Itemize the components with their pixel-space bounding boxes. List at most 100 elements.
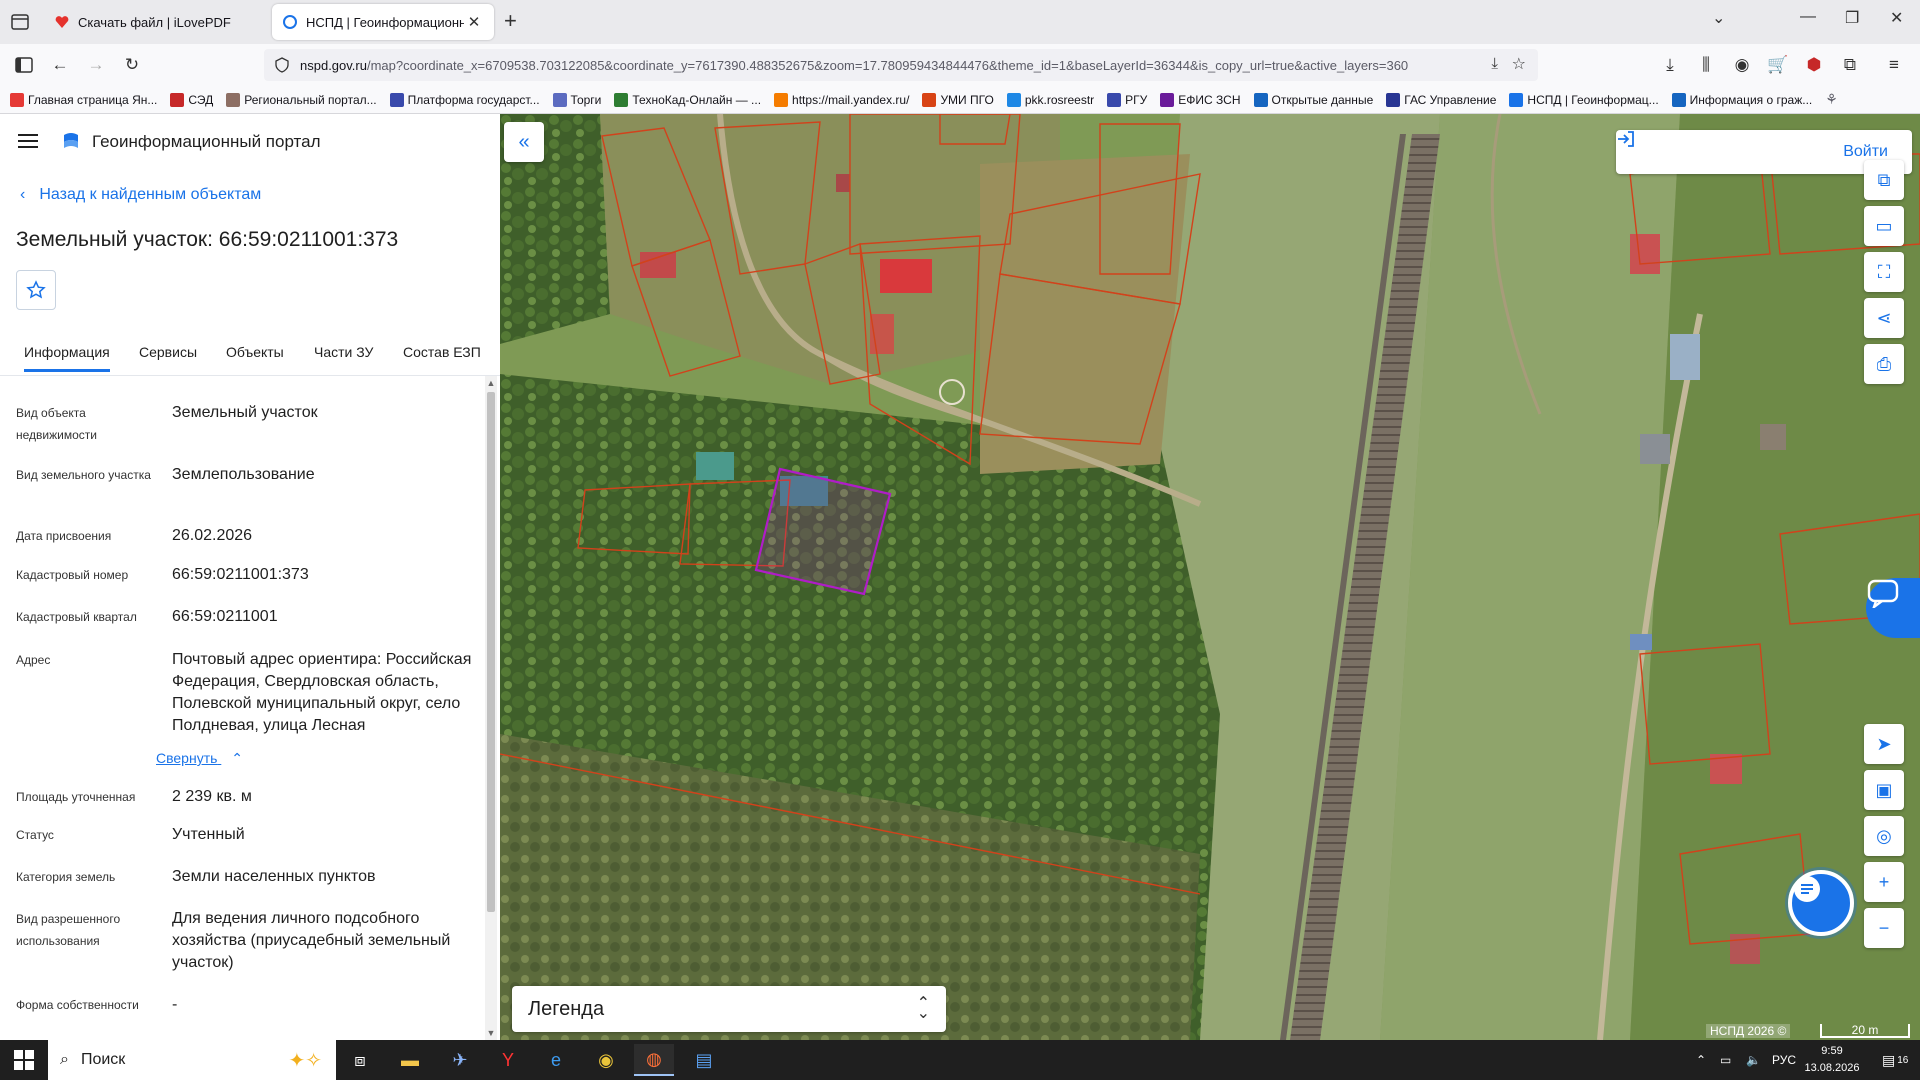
- tab-parts[interactable]: Части ЗУ: [314, 344, 373, 360]
- bookmark-item[interactable]: УМИ ПГО: [922, 92, 994, 107]
- prop-value: 26.02.2026: [172, 527, 253, 544]
- url-path: /map?coordinate_x=6709538.703122085&coor…: [366, 57, 1409, 73]
- url-host: nspd.gov.ru: [300, 57, 367, 73]
- bookmark-item[interactable]: РГУ: [1107, 92, 1147, 107]
- browser-tab-ilovepdf[interactable]: Скачать файл | iLovePDF: [44, 4, 264, 40]
- bookmark-label: ЕФИС ЗСН: [1178, 92, 1241, 107]
- measure-button[interactable]: ▭: [1864, 206, 1904, 246]
- bookmark-item[interactable]: pkk.rosreestr: [1006, 92, 1094, 107]
- layers-button[interactable]: ⧉: [1864, 160, 1904, 200]
- close-tab-icon[interactable]: ✕: [464, 13, 484, 31]
- yandex-browser-icon[interactable]: Y: [488, 1044, 528, 1076]
- bookmark-item[interactable]: Главная страница Ян...: [10, 92, 157, 107]
- app-menu-icon[interactable]: ≡: [1882, 53, 1906, 77]
- task-view-icon[interactable]: ⧈: [340, 1044, 380, 1076]
- hamburger-menu-icon[interactable]: [18, 134, 38, 148]
- more-bookmarks-icon[interactable]: ⚘: [1825, 91, 1838, 108]
- new-tab-icon[interactable]: +: [504, 10, 517, 32]
- tab-info[interactable]: Информация: [24, 344, 110, 372]
- scrollbar-thumb[interactable]: [487, 392, 495, 912]
- bookmark-star-icon[interactable]: ☆: [1512, 54, 1526, 74]
- bookmark-item[interactable]: ЕФИС ЗСН: [1160, 92, 1241, 107]
- minimap-button[interactable]: ▣: [1864, 770, 1904, 810]
- tab-objects[interactable]: Объекты: [226, 344, 284, 360]
- notification-center[interactable]: ▤ 16: [1882, 1040, 1908, 1080]
- bookmark-item[interactable]: ГАС Управление: [1386, 92, 1496, 107]
- chat-icon: [1794, 876, 1820, 902]
- windows-start-icon[interactable]: [14, 1050, 34, 1070]
- assistant-side-button[interactable]: [1866, 578, 1920, 638]
- list-all-tabs-icon[interactable]: ⌄: [1712, 8, 1725, 28]
- reload-icon[interactable]: ↻: [120, 53, 144, 77]
- collapse-address-link[interactable]: Свернуть ⌃: [156, 750, 243, 767]
- document-app-icon[interactable]: ▤: [684, 1044, 724, 1076]
- collapse-panel-button[interactable]: «: [504, 122, 544, 162]
- printer-icon: ⎙: [1876, 353, 1892, 374]
- portal-title: Геоинформационный портал: [92, 132, 321, 151]
- zoom-out-button[interactable]: −: [1864, 908, 1904, 948]
- internet-explorer-icon[interactable]: e: [536, 1044, 576, 1076]
- cart-extension-icon[interactable]: 🛒: [1766, 53, 1790, 77]
- print-button[interactable]: ⎙: [1864, 344, 1904, 384]
- bookmark-item[interactable]: Информация о граж...: [1671, 92, 1812, 107]
- browser-tab-nspd[interactable]: НСПД | Геоинформационный ✕: [272, 4, 494, 40]
- firefox-icon[interactable]: ◍: [634, 1044, 674, 1076]
- search-highlight-icon: ✦✧: [288, 1049, 322, 1072]
- area-select-button[interactable]: ⛶: [1864, 252, 1904, 292]
- prop-label: Вид разрешенного использования: [16, 912, 121, 948]
- bookmark-item[interactable]: Открытые данные: [1253, 92, 1373, 107]
- map-view[interactable]: « Войти ⧉ ▭ ⛶ ⋖ ⎙ ➤ ▣ ◎ + − Легенда ⌃ ⌄ Н…: [500, 114, 1920, 1040]
- chrome-icon[interactable]: ◉: [586, 1044, 626, 1076]
- add-to-favorites-button[interactable]: [16, 270, 56, 310]
- account-icon[interactable]: ◉: [1730, 53, 1754, 77]
- legend-dropdown[interactable]: Легенда ⌃ ⌄: [512, 986, 946, 1032]
- library-icon[interactable]: ⫼: [1694, 53, 1718, 77]
- tray-chevron-icon[interactable]: ⌃: [1696, 1040, 1706, 1080]
- file-explorer-icon[interactable]: ▬: [390, 1044, 430, 1076]
- zoom-in-button[interactable]: +: [1864, 862, 1904, 902]
- prop-label: Категория земель: [16, 870, 116, 884]
- restore-window-icon[interactable]: ❐: [1845, 8, 1859, 28]
- prop-value[interactable]: 66:59:0211001:373: [172, 564, 472, 586]
- taskbar-clock[interactable]: 9:59 13.08.2026: [1800, 1043, 1864, 1077]
- collapse-label: Свернуть: [156, 750, 218, 766]
- chat-bubble-icon: [1867, 579, 1899, 608]
- save-page-icon[interactable]: ⤓: [1491, 55, 1498, 72]
- network-icon[interactable]: ▭: [1720, 1040, 1731, 1080]
- bookmark-item[interactable]: Торги: [552, 92, 601, 107]
- tab-list-icon[interactable]: [8, 10, 32, 34]
- geo-search-button[interactable]: ◎: [1864, 816, 1904, 856]
- tab-services[interactable]: Сервисы: [139, 344, 197, 360]
- forward-icon[interactable]: →: [84, 53, 108, 77]
- chat-support-button[interactable]: [1788, 870, 1854, 936]
- app-bird-icon[interactable]: ✈: [440, 1044, 480, 1076]
- extensions-icon[interactable]: ⧉: [1838, 53, 1862, 77]
- back-icon[interactable]: ←: [48, 53, 72, 77]
- my-location-button[interactable]: ➤: [1864, 724, 1904, 764]
- nspd-favicon-icon: [282, 14, 298, 30]
- shield-extension-icon[interactable]: ⬢: [1802, 53, 1826, 77]
- minimize-window-icon[interactable]: —: [1800, 8, 1816, 26]
- taskbar-search[interactable]: ⌕ Поиск ✦✧: [48, 1040, 336, 1080]
- bookmark-favicon-icon: [552, 92, 567, 107]
- volume-icon[interactable]: 🔈: [1746, 1040, 1761, 1080]
- tab-ezp-composition[interactable]: Состав ЕЗП: [403, 344, 481, 360]
- bookmark-item[interactable]: СЭД: [170, 92, 213, 107]
- share-button[interactable]: ⋖: [1864, 298, 1904, 338]
- bookmark-item[interactable]: https://mail.yandex.ru/: [774, 92, 909, 107]
- scroll-up-icon[interactable]: ▲: [485, 378, 497, 388]
- downloads-icon[interactable]: ⤓: [1658, 53, 1682, 77]
- properties-scrollbar[interactable]: ▲ ▼: [485, 376, 497, 1040]
- sidebar-toggle-icon[interactable]: [12, 53, 36, 77]
- site-info-icon[interactable]: [274, 57, 290, 73]
- prop-value[interactable]: 66:59:0211001: [172, 606, 472, 628]
- bookmark-item[interactable]: НСПД | Геоинформац...: [1509, 92, 1659, 107]
- back-to-results-link[interactable]: ‹ Назад к найденным объектам: [20, 186, 261, 204]
- bookmark-item[interactable]: Региональный портал...: [226, 92, 377, 107]
- close-window-icon[interactable]: ✕: [1890, 8, 1903, 28]
- url-bar[interactable]: nspd.gov.ru/map?coordinate_x=6709538.703…: [264, 49, 1538, 81]
- scroll-down-icon[interactable]: ▼: [485, 1028, 497, 1038]
- bookmark-item[interactable]: Платформа государст...: [389, 92, 540, 107]
- input-language[interactable]: РУС: [1772, 1040, 1796, 1080]
- bookmark-item[interactable]: ТехноКад-Онлайн — ...: [614, 92, 761, 107]
